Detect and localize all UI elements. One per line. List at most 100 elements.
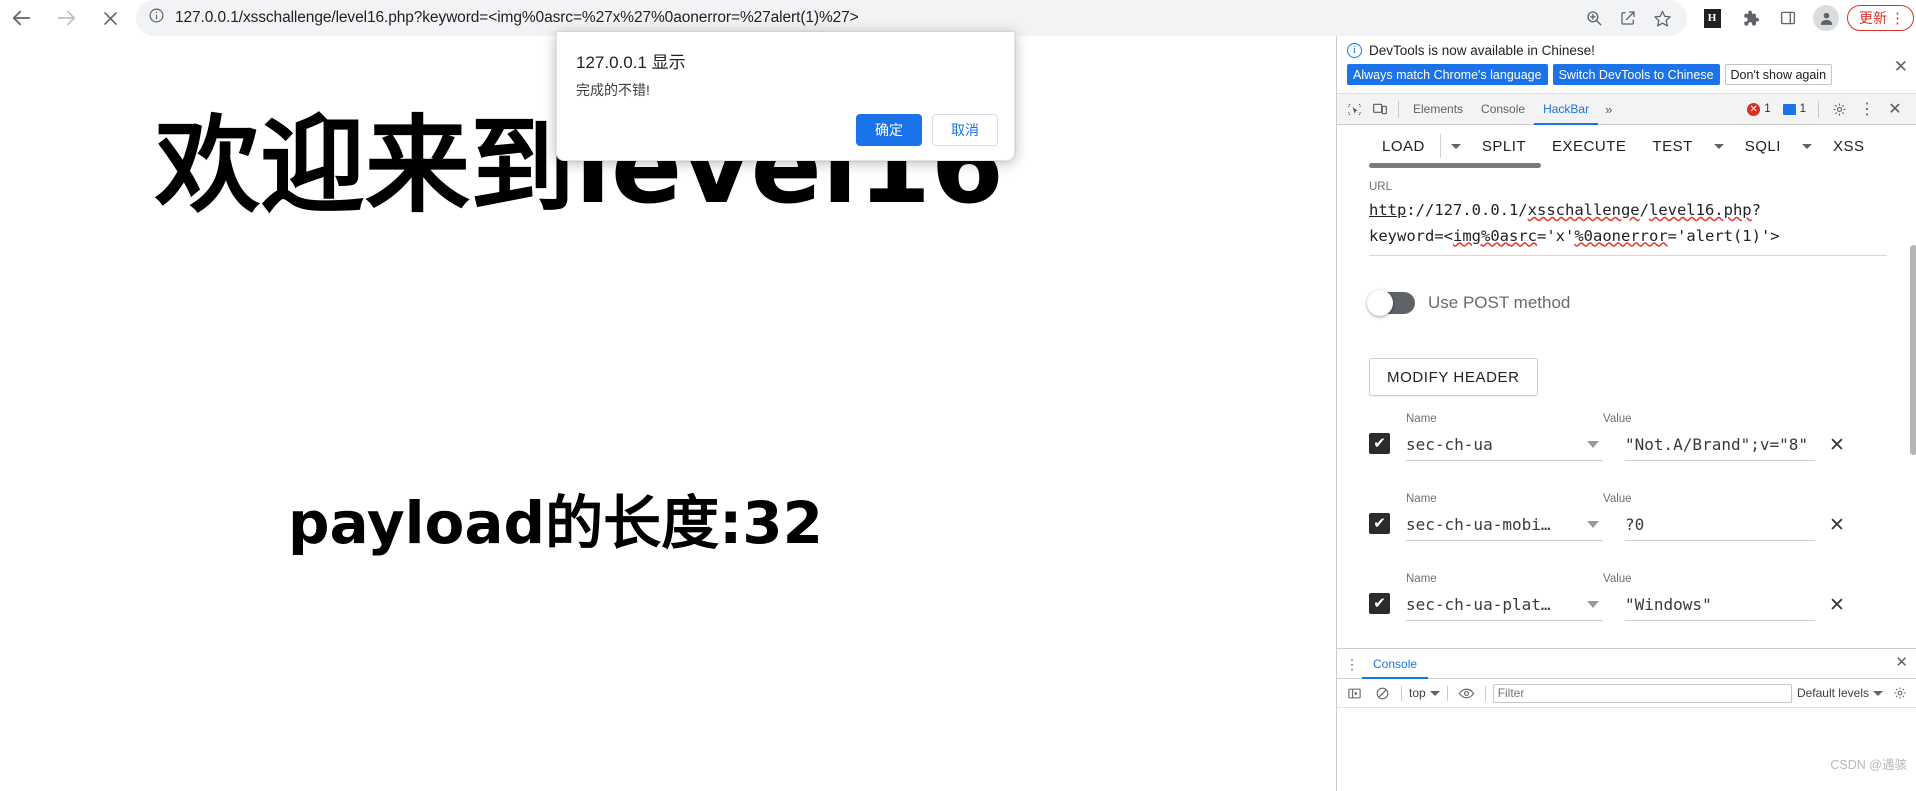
hackbar-vertical-scrollbar[interactable]: [1910, 245, 1916, 455]
share-icon[interactable]: [1611, 3, 1645, 33]
header-value-field[interactable]: [1625, 429, 1815, 462]
dialog-confirm-button[interactable]: 确定: [856, 114, 922, 146]
header-value-input[interactable]: [1625, 595, 1815, 615]
drawer-tab-console[interactable]: Console: [1362, 649, 1428, 679]
avatar: [1813, 5, 1839, 31]
hackbar-url-field[interactable]: http://127.0.0.1/xsschallenge/level16.ph…: [1369, 198, 1887, 257]
url-tag-img: img: [1453, 226, 1481, 245]
hackbar-sqli-caret[interactable]: [1794, 125, 1820, 167]
hackbar-load-caret[interactable]: [1443, 125, 1469, 167]
devtools-settings-gear-icon[interactable]: [1826, 96, 1852, 122]
hackbar-split-button[interactable]: SPLIT: [1469, 125, 1539, 167]
header-name-input[interactable]: [1406, 595, 1603, 615]
error-icon: ✕: [1747, 102, 1761, 116]
live-expression-eye-icon[interactable]: [1455, 682, 1478, 705]
bookmark-star-icon[interactable]: [1645, 3, 1679, 33]
infobar-close-icon[interactable]: ✕: [1894, 58, 1908, 75]
more-tabs-icon[interactable]: »: [1598, 102, 1619, 117]
chevron-down-icon[interactable]: [1587, 601, 1599, 609]
hackbar-load-button[interactable]: LOAD: [1369, 125, 1438, 167]
dialog-cancel-button[interactable]: 取消: [932, 114, 998, 146]
header-name-field[interactable]: [1406, 429, 1603, 462]
message-count-chip[interactable]: 1: [1778, 101, 1811, 117]
drawer-menu-icon[interactable]: ⋮: [1342, 657, 1362, 671]
header-enabled-checkbox[interactable]: ✔: [1369, 433, 1390, 455]
name-column-label: Name: [1406, 573, 1437, 586]
hackbar-test-button[interactable]: TEST: [1639, 125, 1705, 167]
dont-show-again-button[interactable]: Don't show again: [1724, 64, 1833, 85]
console-toolbar-divider-3: [1484, 685, 1486, 701]
forward-button[interactable]: [44, 0, 88, 36]
hackbar-extension-icon[interactable]: H: [1693, 0, 1731, 36]
hackbar-test-caret[interactable]: [1706, 125, 1732, 167]
console-sidebar-toggle-icon[interactable]: [1343, 682, 1366, 705]
devtools-kebab-icon[interactable]: ⋮: [1854, 96, 1880, 122]
devtools-close-icon[interactable]: ✕: [1882, 96, 1908, 122]
header-value-field[interactable]: [1625, 589, 1815, 622]
post-method-row: Use POST method: [1367, 290, 1887, 317]
chevron-down-icon: [1450, 143, 1461, 149]
extensions-puzzle-icon[interactable]: [1731, 0, 1769, 36]
header-name-field[interactable]: [1406, 589, 1603, 622]
profile-avatar[interactable]: [1807, 0, 1845, 36]
side-panel-icon[interactable]: [1769, 0, 1807, 36]
hackbar-execute-button[interactable]: EXECUTE: [1539, 125, 1639, 167]
error-count-chip[interactable]: ✕ 1: [1742, 101, 1775, 118]
header-enabled-checkbox[interactable]: ✔: [1369, 593, 1390, 615]
tab-hackbar[interactable]: HackBar: [1534, 94, 1598, 125]
url-query-mark: ?: [1751, 201, 1761, 219]
chevron-down-icon[interactable]: [1587, 521, 1599, 529]
zoom-icon[interactable]: [1577, 3, 1611, 33]
hackbar-xss-button[interactable]: XSS: [1820, 125, 1878, 167]
header-enabled-checkbox[interactable]: ✔: [1369, 513, 1390, 535]
browser-window: 127.0.0.1/xsschallenge/level16.php?keywo…: [0, 0, 1916, 791]
header-value-input[interactable]: [1625, 435, 1815, 455]
console-context-label: top: [1409, 686, 1426, 700]
hackbar-toolbar-scrollbar[interactable]: [1369, 163, 1541, 168]
header-value-input[interactable]: [1625, 515, 1815, 535]
header-row-labels: Name Value: [1369, 413, 1887, 425]
header-name-input[interactable]: [1406, 435, 1603, 455]
url-slash: /: [1639, 201, 1649, 219]
console-context-selector[interactable]: top: [1409, 686, 1440, 700]
hackbar-toolbar-divider: [1439, 134, 1441, 158]
value-column-label: Value: [1603, 493, 1632, 506]
header-name-input[interactable]: [1406, 515, 1603, 535]
drawer-close-icon[interactable]: ✕: [1895, 655, 1908, 670]
address-bar[interactable]: 127.0.0.1/xsschallenge/level16.php?keywo…: [136, 0, 1687, 36]
use-post-method-toggle[interactable]: [1367, 290, 1415, 317]
console-filter-input[interactable]: [1492, 683, 1792, 703]
console-settings-gear-icon[interactable]: [1888, 682, 1911, 705]
header-name-field[interactable]: [1406, 509, 1603, 542]
remove-header-icon[interactable]: ✕: [1829, 513, 1845, 539]
update-button[interactable]: 更新 ⋮: [1847, 5, 1914, 31]
modify-header-button[interactable]: MODIFY HEADER: [1369, 358, 1538, 397]
payload-length-text: payload的长度:32: [288, 489, 823, 557]
browser-menu-icon[interactable]: ⋮: [1890, 11, 1905, 26]
clear-console-icon[interactable]: [1371, 682, 1394, 705]
drawer-tabbar: ⋮ Console ✕: [1337, 649, 1916, 679]
hackbar-extension-badge: H: [1703, 8, 1721, 28]
tab-console[interactable]: Console: [1472, 94, 1534, 125]
tabbar-divider: [1398, 100, 1399, 118]
hackbar-sqli-button[interactable]: SQLI: [1732, 125, 1794, 167]
name-column-label: Name: [1406, 493, 1437, 506]
switch-devtools-language-button[interactable]: Switch DevTools to Chinese: [1552, 64, 1720, 85]
header-value-field[interactable]: [1625, 509, 1815, 542]
remove-header-icon[interactable]: ✕: [1829, 433, 1845, 459]
site-info-icon[interactable]: [148, 7, 165, 29]
remove-header-icon[interactable]: ✕: [1829, 593, 1845, 619]
infobar-message-row: i DevTools is now available in Chinese!: [1347, 43, 1906, 58]
header-rows: Name Value ✔ ✕: [1369, 413, 1887, 648]
tab-elements[interactable]: Elements: [1404, 94, 1472, 125]
inspect-element-icon[interactable]: [1341, 96, 1367, 122]
always-match-language-button[interactable]: Always match Chrome's language: [1347, 64, 1548, 85]
console-toolbar: top Default levels: [1337, 679, 1916, 708]
stop-loading-button[interactable]: [88, 0, 132, 36]
url-newline-2: %0a: [1574, 226, 1603, 245]
chevron-down-icon[interactable]: [1587, 441, 1599, 449]
console-toolbar-divider: [1401, 685, 1402, 701]
console-levels-selector[interactable]: Default levels: [1797, 686, 1883, 700]
device-toolbar-icon[interactable]: [1367, 96, 1393, 122]
back-button[interactable]: [0, 0, 44, 36]
